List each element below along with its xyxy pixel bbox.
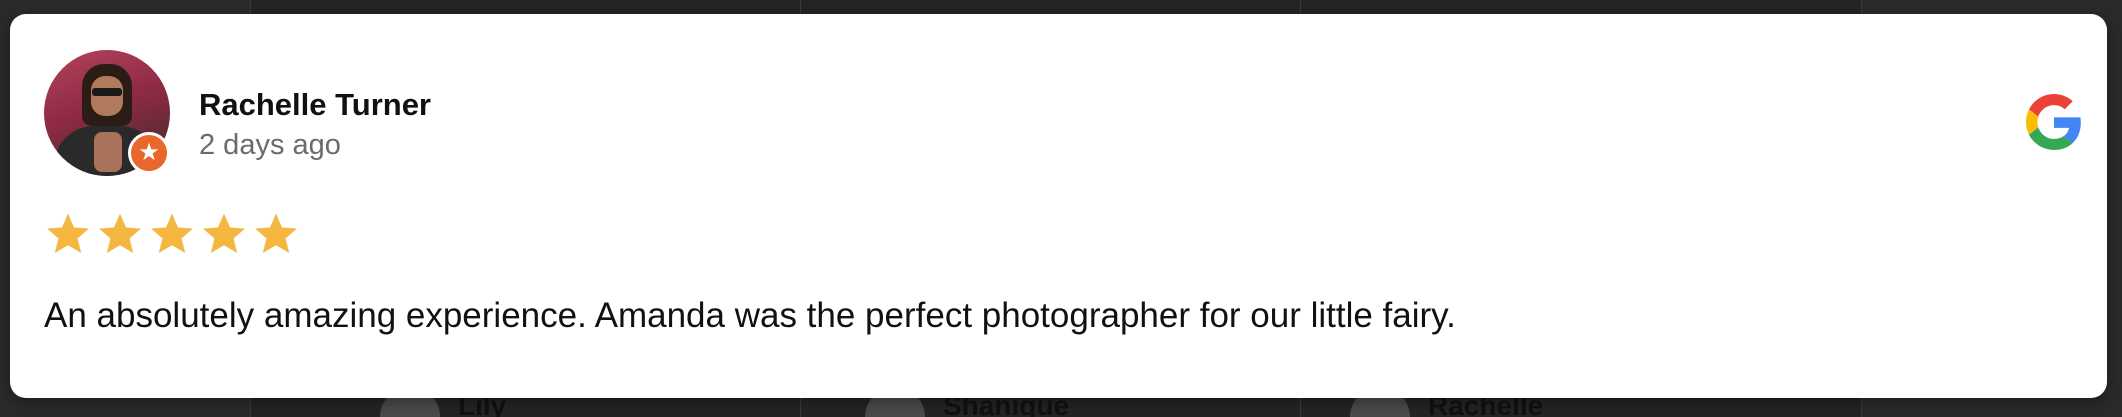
background-review-peek: Lily (380, 387, 507, 417)
review-time: 2 days ago (199, 129, 341, 161)
background-reviewer-name: Rachelle (1428, 395, 1544, 417)
background-reviewer-name: Shanique (943, 395, 1070, 417)
star-icon (47, 213, 89, 253)
star-rating (44, 210, 300, 258)
background-review-peek: Rachelle (1350, 387, 1544, 417)
star-icon (203, 213, 245, 253)
review-text: An absolutely amazing experience. Amanda… (44, 296, 1456, 335)
background-review-peek: Shanique (865, 387, 1070, 417)
star-icon (255, 213, 297, 253)
local-guide-star-icon: ★ (128, 132, 170, 174)
review-card[interactable]: ★ Rachelle Turner 2 days ago An absolute… (10, 14, 2107, 398)
reviewer-name[interactable]: Rachelle Turner (199, 88, 431, 122)
star-icon (99, 213, 141, 253)
google-icon[interactable] (2026, 94, 2082, 150)
reviewer-avatar-wrapper[interactable]: ★ (44, 50, 170, 176)
background-reviewer-name: Lily (458, 395, 507, 417)
star-icon (151, 213, 193, 253)
